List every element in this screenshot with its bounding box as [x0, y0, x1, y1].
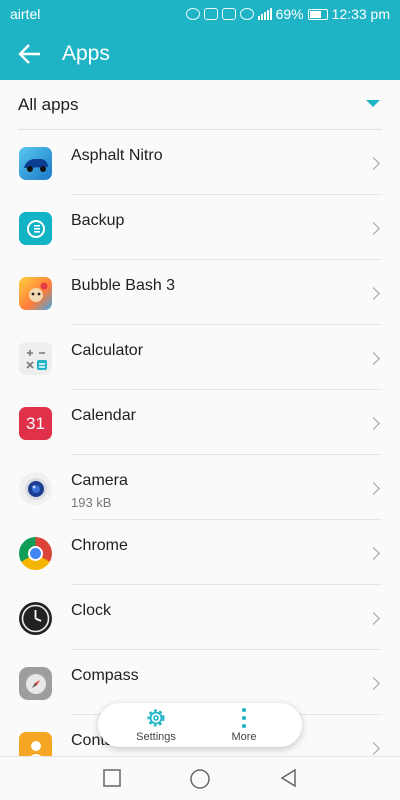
list-item[interactable]: Chrome: [0, 520, 400, 585]
app-name: Backup: [71, 212, 125, 229]
app-name: Chrome: [71, 537, 128, 554]
app-size: 193 kB: [71, 495, 112, 510]
chevron-right-icon: [367, 612, 380, 625]
chevron-right-icon: [367, 352, 380, 365]
nfc-icon: [203, 8, 218, 20]
more-vert-icon: [242, 708, 246, 728]
app-name: Compass: [71, 667, 139, 684]
chevron-right-icon: [367, 677, 380, 690]
clock-icon: [19, 602, 52, 635]
chevron-right-icon: [367, 157, 380, 170]
dropdown-caret-icon: [366, 100, 380, 107]
app-name: Calculator: [71, 342, 144, 359]
recents-square-icon[interactable]: [102, 768, 122, 788]
chevron-right-icon: [367, 547, 380, 560]
app-name: Clock: [71, 602, 112, 619]
chevron-right-icon: [367, 482, 380, 495]
alarm-icon: [185, 8, 200, 20]
app-list: Asphalt Nitro Backup Bubble Bash 3 Calcu…: [0, 130, 400, 780]
list-item[interactable]: Camera 193 kB: [0, 455, 400, 520]
app-name: Bubble Bash 3: [71, 277, 176, 294]
filter-label: All apps: [18, 95, 79, 114]
back-arrow-icon[interactable]: [16, 40, 44, 68]
more-label: More: [231, 731, 257, 743]
compass-icon: [19, 667, 52, 700]
app-name: Camera: [71, 472, 128, 489]
app-name: Asphalt Nitro: [71, 147, 163, 164]
chevron-right-icon: [367, 222, 380, 235]
system-nav-bar: [0, 756, 400, 800]
battery-percent: 69%: [275, 6, 304, 22]
list-item[interactable]: 31 Calendar: [0, 390, 400, 455]
chrome-icon: [19, 537, 52, 570]
bottom-action-bar: Settings More: [98, 703, 302, 747]
list-item[interactable]: Calculator: [0, 325, 400, 390]
gear-icon: [147, 709, 165, 727]
calculator-icon: [19, 342, 52, 375]
settings-label: Settings: [136, 731, 176, 743]
status-time: 12:33 pm: [331, 6, 390, 22]
chevron-right-icon: [367, 742, 380, 755]
signal-icon: [257, 8, 272, 20]
list-item[interactable]: Asphalt Nitro: [0, 130, 400, 195]
wifi-icon: [239, 8, 254, 20]
list-item[interactable]: Backup: [0, 195, 400, 260]
app-bar: Apps: [0, 28, 400, 80]
app-name: Calendar: [71, 407, 136, 424]
calendar-icon: 31: [19, 407, 52, 440]
carrier-label: airtel: [10, 6, 41, 22]
status-icons: 69% 12:33 pm: [185, 6, 390, 22]
vibrate-icon: [221, 8, 236, 20]
calendar-day-text: 31: [26, 413, 45, 433]
home-circle-icon[interactable]: [189, 768, 211, 790]
camera-icon: [19, 472, 52, 505]
settings-button[interactable]: Settings: [116, 703, 196, 747]
bubble-bash-icon: [19, 277, 52, 310]
page-title: Apps: [62, 42, 110, 65]
more-button[interactable]: More: [204, 703, 284, 747]
chevron-right-icon: [367, 287, 380, 300]
battery-icon: [307, 8, 328, 20]
back-triangle-icon[interactable]: [279, 768, 299, 788]
list-item[interactable]: Bubble Bash 3: [0, 260, 400, 325]
apps-filter-dropdown[interactable]: All apps: [0, 80, 400, 130]
backup-icon: [19, 212, 52, 245]
chevron-right-icon: [367, 417, 380, 430]
asphalt-nitro-icon: [19, 147, 52, 180]
list-item[interactable]: Clock: [0, 585, 400, 650]
status-bar: airtel 69% 12:33 pm: [0, 0, 400, 28]
